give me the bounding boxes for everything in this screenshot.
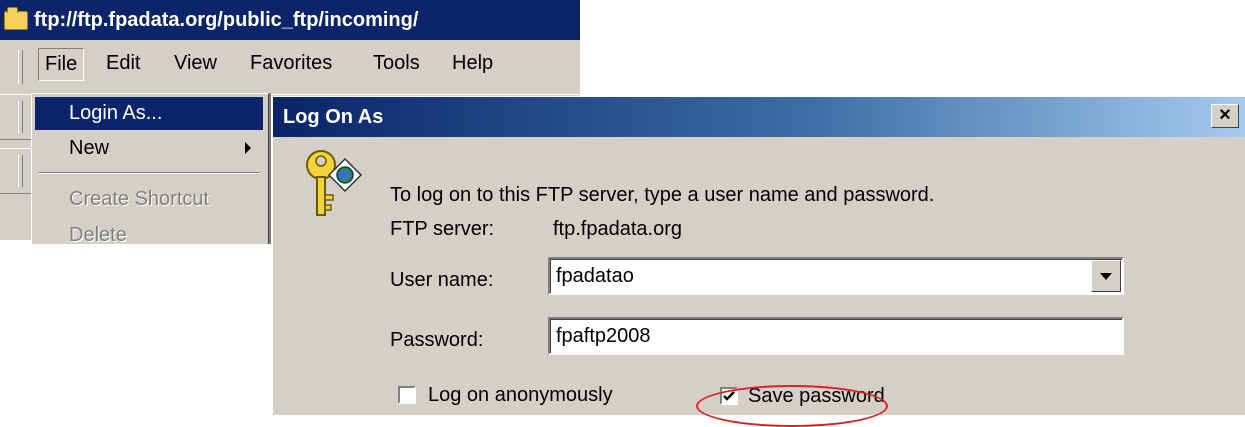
menu-edit[interactable]: Edit xyxy=(100,48,146,79)
menu-item-login-as[interactable]: Login As... xyxy=(35,97,263,130)
anonymous-checkbox[interactable] xyxy=(398,386,416,404)
log-on-as-dialog: Log On As × To log on to this FTP server… xyxy=(271,96,1245,427)
menu-file[interactable]: File xyxy=(38,48,85,81)
window-title: ftp://ftp.fpadata.org/public_ftp/incomin… xyxy=(34,8,419,31)
menu-favorites[interactable]: Favorites xyxy=(244,48,338,79)
dialog-title: Log On As xyxy=(283,105,384,128)
menubar-grip[interactable] xyxy=(18,50,23,84)
save-password-highlight-ellipse xyxy=(696,385,888,427)
dialog-instructions: To log on to this FTP server, type a use… xyxy=(390,184,935,206)
folder-icon xyxy=(4,6,28,30)
menu-item-new[interactable]: New xyxy=(35,132,263,165)
menu-view[interactable]: View xyxy=(168,48,223,79)
username-label: User name: xyxy=(390,269,494,291)
password-value: fpaftp2008 xyxy=(556,325,651,347)
username-combo[interactable]: fpadatao xyxy=(548,257,1124,295)
password-label: Password: xyxy=(390,329,484,351)
menu-separator xyxy=(38,172,260,174)
menu-help[interactable]: Help xyxy=(446,48,499,79)
close-button[interactable]: × xyxy=(1211,104,1239,128)
toolbar-grip[interactable] xyxy=(18,101,23,133)
dropdown-arrow-icon[interactable] xyxy=(1091,260,1121,292)
ftp-server-value: ftp.fpadata.org xyxy=(553,218,682,240)
key-globe-icon xyxy=(306,150,363,216)
menu-item-delete: Delete xyxy=(69,224,127,242)
address-grip[interactable] xyxy=(18,155,23,187)
window-titlebar: ftp://ftp.fpadata.org/public_ftp/incomin… xyxy=(0,0,580,40)
submenu-arrow-icon xyxy=(245,142,251,154)
ftp-server-label: FTP server: xyxy=(390,218,495,240)
dialog-titlebar: Log On As xyxy=(273,97,1245,137)
anonymous-label[interactable]: Log on anonymously xyxy=(428,384,613,407)
menu-tools[interactable]: Tools xyxy=(367,48,426,79)
password-field[interactable]: fpaftp2008 xyxy=(548,317,1124,355)
file-menu: Login As... New Create Shortcut Delete xyxy=(31,93,269,244)
menu-item-new-label: New xyxy=(69,137,110,159)
username-value: fpadatao xyxy=(556,265,634,287)
menu-item-create-shortcut: Create Shortcut xyxy=(69,188,210,210)
